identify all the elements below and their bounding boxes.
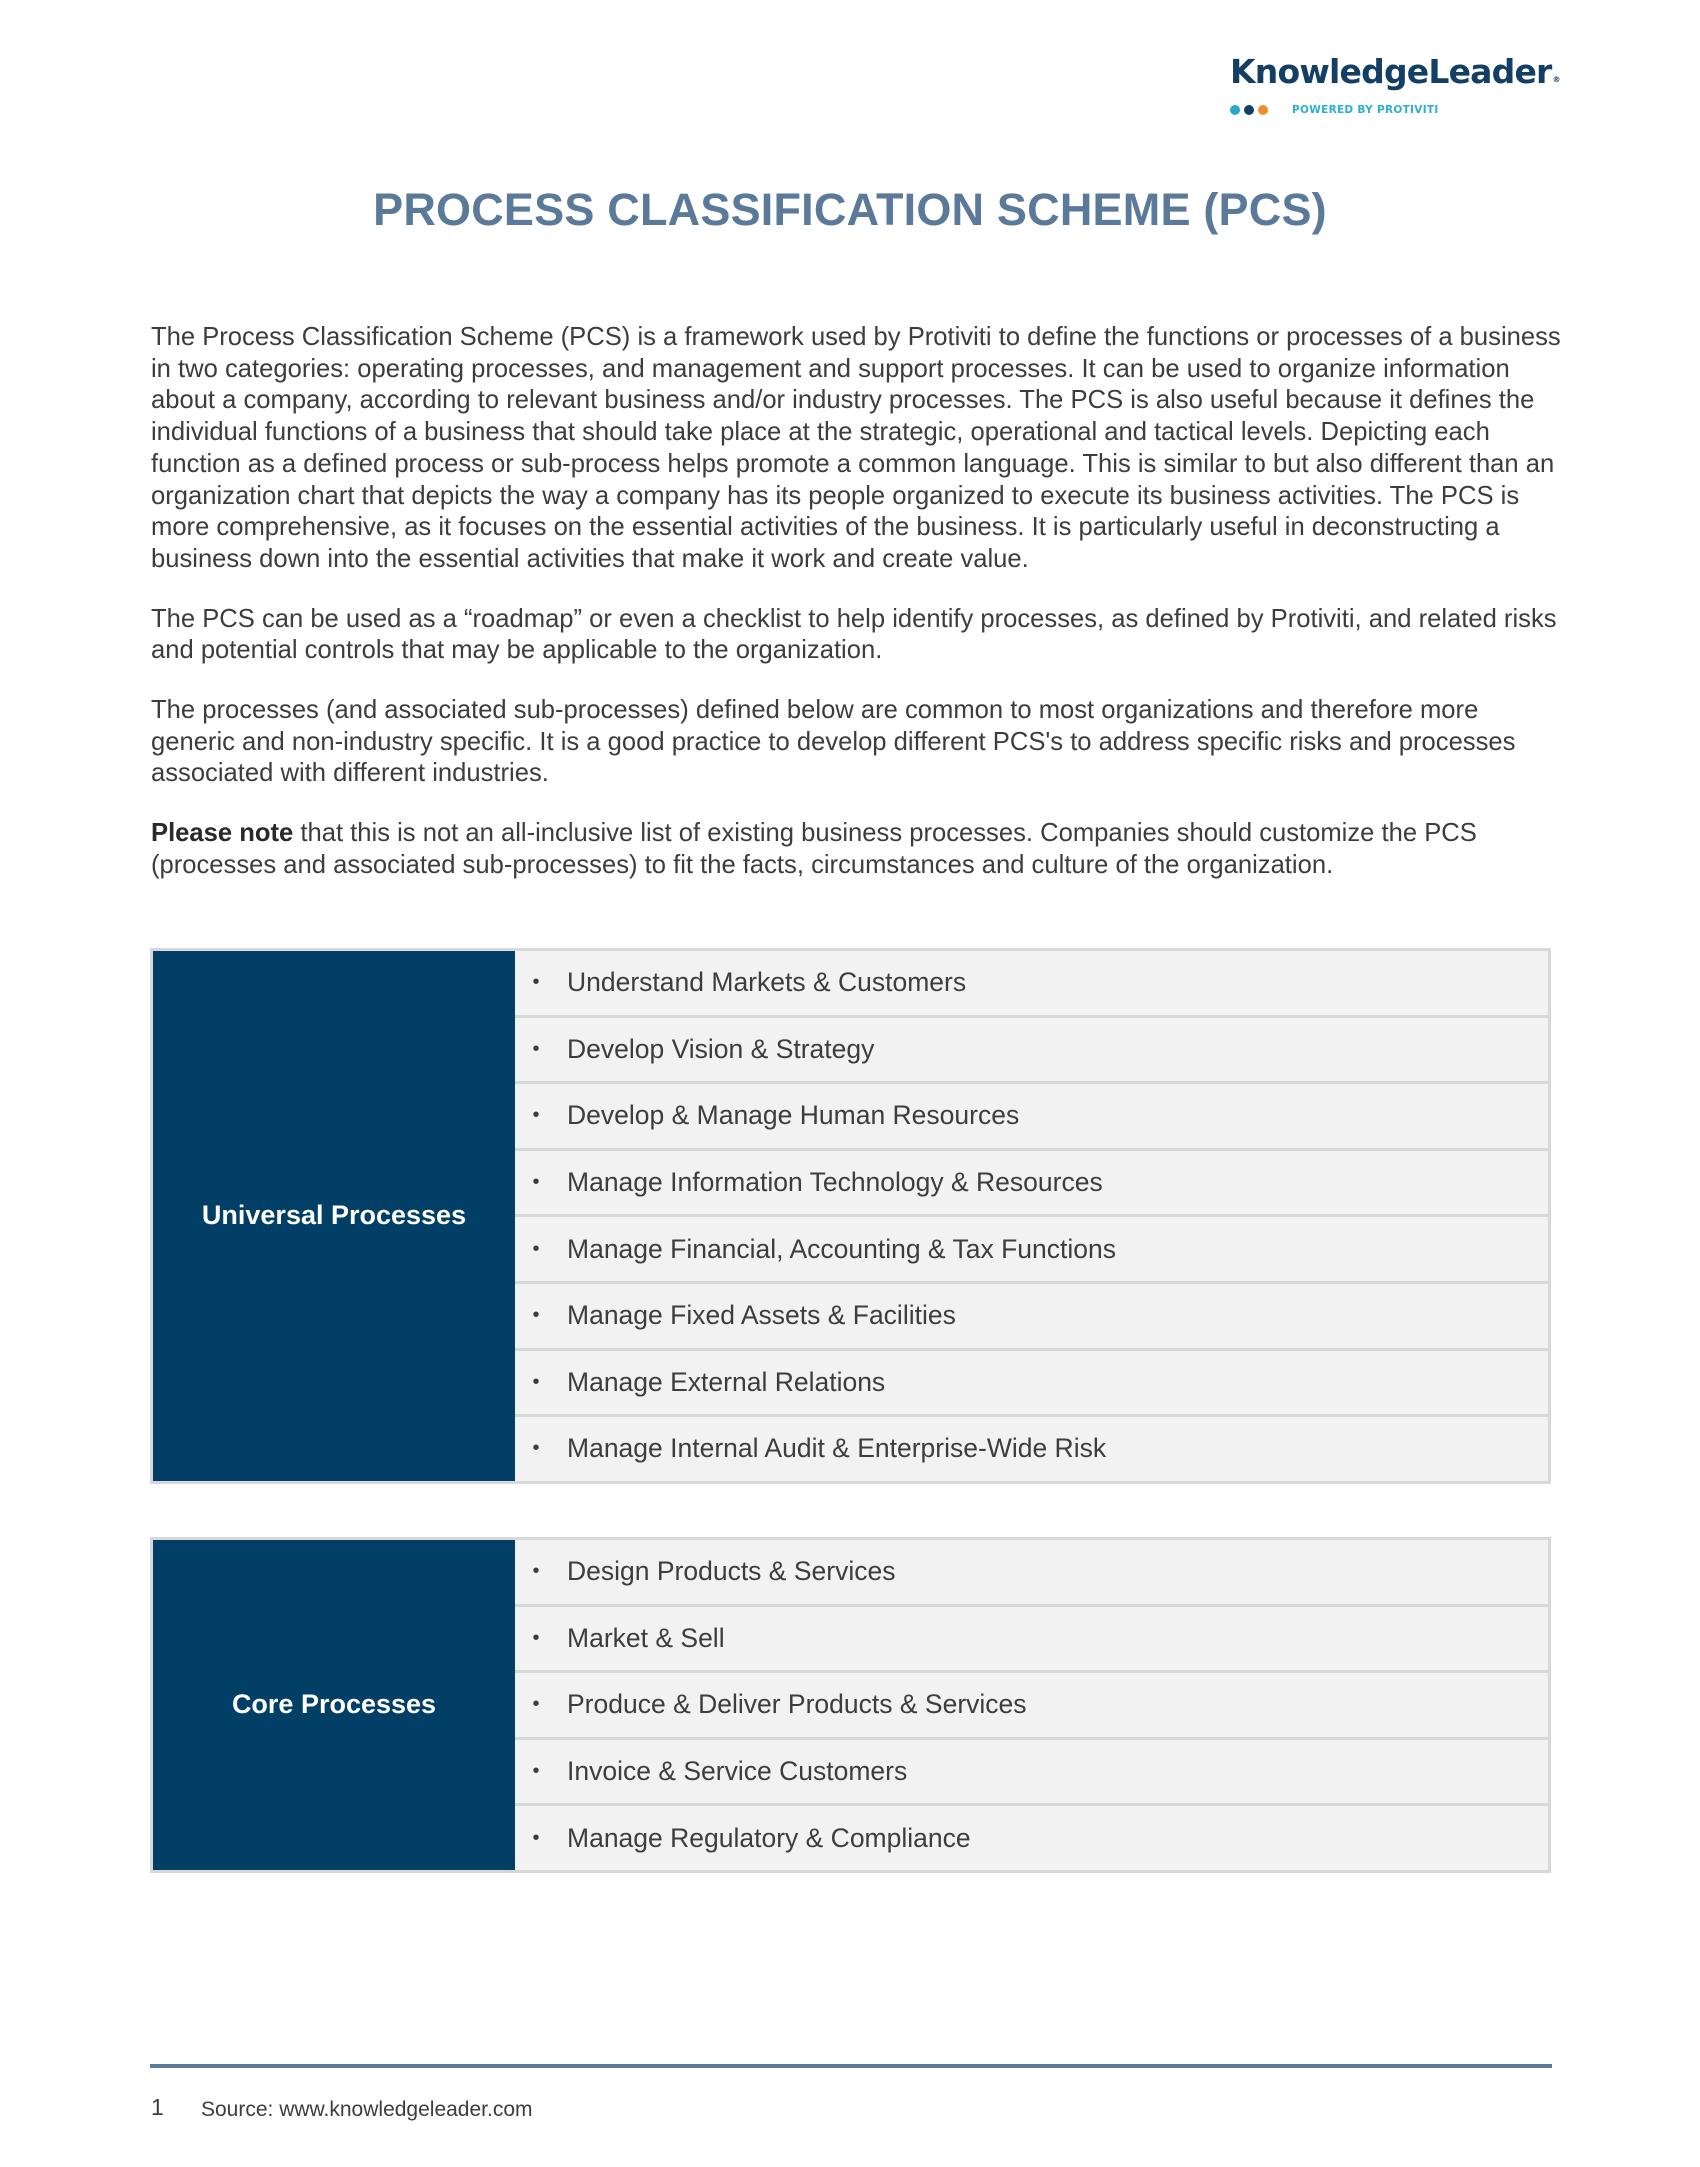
process-name: Manage Information Technology & Resource… <box>567 1167 1103 1198</box>
process-name: Develop Vision & Strategy <box>567 1033 875 1064</box>
roadmap-paragraph: The PCS can be used as a “roadmap” or ev… <box>151 604 1557 665</box>
process-name: Invoice & Service Customers <box>567 1756 908 1787</box>
bullet-icon: • <box>532 1437 540 1460</box>
intro-section: The Process Classification Scheme (PCS) … <box>151 322 1561 910</box>
table-row: • Manage Financial, Accounting & Tax Func… <box>515 1217 1548 1284</box>
registered-mark: ® <box>1552 75 1561 84</box>
logo-wordmark: KnowledgeLeader® <box>1230 52 1561 92</box>
footer-divider <box>150 2064 1552 2068</box>
table-row: • Manage Regulatory & Compliance <box>515 1806 1548 1870</box>
process-name: Develop & Manage Human Resources <box>567 1100 1020 1131</box>
bullet-icon: • <box>532 1237 540 1260</box>
table-label: Core Processes <box>153 1540 515 1870</box>
page-title: PROCESS CLASSIFICATION SCHEME (PCS) <box>373 184 1327 235</box>
process-name: Manage External Relations <box>567 1366 886 1397</box>
bullet-icon: • <box>532 1304 540 1327</box>
bullet-icon: • <box>532 1104 540 1127</box>
note-bold: Please note <box>151 819 294 848</box>
process-name: Manage Internal Audit & Enterprise-Wide … <box>567 1433 1107 1464</box>
process-list: • Understand Markets & Customers • Develop … <box>515 951 1548 1481</box>
table-row: • Develop & Manage Human Resources <box>515 1084 1548 1151</box>
process-name: Market & Sell <box>567 1622 725 1653</box>
process-name: Understand Markets & Customers <box>567 967 967 998</box>
bullet-icon: • <box>532 1560 540 1583</box>
intro-paragraph: The Process Classification Scheme (PCS) … <box>151 323 1561 573</box>
table-row: • Manage Fixed Assets & Facilities <box>515 1284 1548 1351</box>
process-name: Manage Regulatory & Compliance <box>567 1822 971 1853</box>
table-row: • Produce & Deliver Products & Services <box>515 1673 1548 1740</box>
bullet-icon: • <box>532 1037 540 1060</box>
bullet-icon: • <box>532 1826 540 1849</box>
logo-dot-icon <box>1230 105 1240 115</box>
bullet-icon: • <box>532 971 540 994</box>
table-row: • Manage External Relations <box>515 1351 1548 1418</box>
table-row: • Develop Vision & Strategy <box>515 1018 1548 1085</box>
core-processes-table: Core Processes • Design Products & Servic… <box>150 1537 1551 1873</box>
bullet-icon: • <box>532 1760 540 1783</box>
page-number: 1 <box>151 2094 164 2120</box>
note-paragraph: Please note that this is not an all-incl… <box>151 818 1561 881</box>
logo-tagline: POWERED BY PROTIVITI <box>1292 104 1439 116</box>
table-label: Universal Processes <box>153 951 515 1481</box>
process-list: • Design Products & Services • Market & Sel… <box>515 1540 1548 1870</box>
bullet-icon: • <box>532 1171 540 1194</box>
table-row: • Invoice & Service Customers <box>515 1740 1548 1807</box>
table-row: • Understand Markets & Customers <box>515 951 1548 1018</box>
source-citation: Source: www.knowledgeleader.com <box>201 2098 533 2121</box>
process-name: Manage Financial, Accounting & Tax Funct… <box>567 1233 1116 1264</box>
table-row: • Market & Sell <box>515 1607 1548 1674</box>
note-text: that this is not an all-inclusive list o… <box>151 819 1477 879</box>
logo-tagline-row: POWERED BY PROTIVITI <box>1230 104 1560 116</box>
bullet-icon: • <box>532 1370 540 1393</box>
bullet-icon: • <box>532 1626 540 1649</box>
process-name: Manage Fixed Assets & Facilities <box>567 1300 956 1331</box>
generic-processes-paragraph: The processes (and associated sub-proces… <box>151 696 1516 788</box>
logo-dot-icon <box>1244 105 1254 115</box>
table-row: • Design Products & Services <box>515 1540 1548 1607</box>
logo-wordmark-text: KnowledgeLeader <box>1230 52 1552 91</box>
knowledgeleader-logo: KnowledgeLeader® POWERED BY PROTIVITI <box>1230 52 1561 116</box>
table-row: • Manage Information Technology & Resourc… <box>515 1151 1548 1218</box>
universal-processes-table: Universal Processes • Understand Markets … <box>150 948 1551 1484</box>
process-name: Design Products & Services <box>567 1556 896 1587</box>
process-name: Produce & Deliver Products & Services <box>567 1689 1027 1720</box>
logo-dot-icon <box>1258 105 1268 115</box>
table-row: • Manage Internal Audit & Enterprise-Wide… <box>515 1417 1548 1481</box>
bullet-icon: • <box>532 1693 540 1716</box>
